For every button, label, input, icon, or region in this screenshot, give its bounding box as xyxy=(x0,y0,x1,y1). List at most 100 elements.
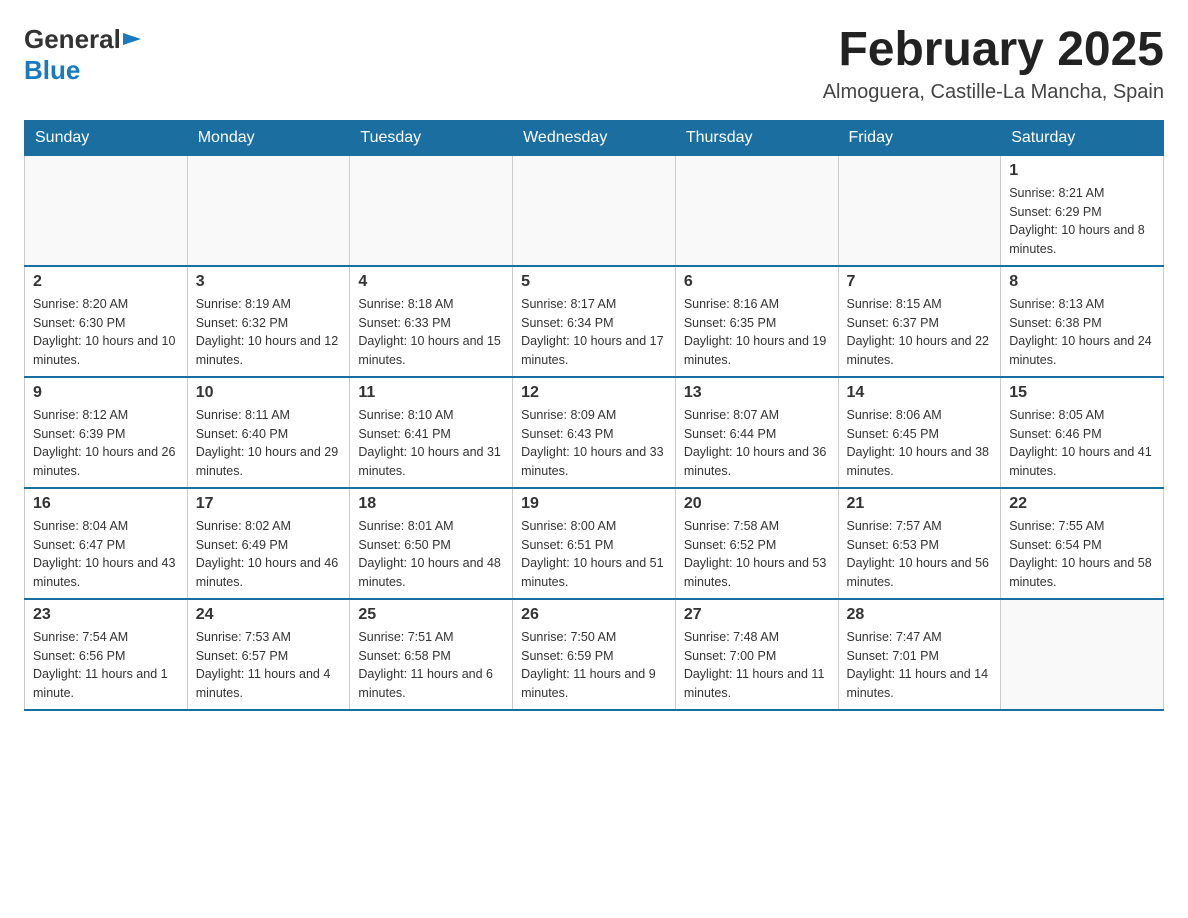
calendar-day-cell: 20 Sunrise: 7:58 AMSunset: 6:52 PMDayligh… xyxy=(675,488,838,599)
day-number: 6 xyxy=(684,273,830,291)
calendar-day-cell: 19 Sunrise: 8:00 AMSunset: 6:51 PMDayligh… xyxy=(513,488,676,599)
calendar-header-cell: Friday xyxy=(838,120,1001,155)
day-info: Sunrise: 7:50 AMSunset: 6:59 PMDaylight:… xyxy=(521,628,667,703)
day-info: Sunrise: 8:12 AMSunset: 6:39 PMDaylight:… xyxy=(33,406,179,481)
day-number: 14 xyxy=(847,384,993,402)
calendar-subtitle: Almoguera, Castille-La Mancha, Spain xyxy=(823,81,1164,104)
calendar-day-cell: 16Sunrise: 8:04 AMSunset: 6:47 PMDayligh… xyxy=(25,488,188,599)
calendar-day-cell: 24 Sunrise: 7:53 AMSunset: 6:57 PMDayligh… xyxy=(187,599,350,710)
day-info: Sunrise: 8:21 AMSunset: 6:29 PMDaylight:… xyxy=(1009,184,1155,259)
day-number: 21 xyxy=(847,495,993,513)
calendar-day-cell: 11 Sunrise: 8:10 AMSunset: 6:41 PMDayligh… xyxy=(350,377,513,488)
calendar-day-cell: 12 Sunrise: 8:09 AMSunset: 6:43 PMDayligh… xyxy=(513,377,676,488)
day-number: 19 xyxy=(521,495,667,513)
calendar-day-cell: 28 Sunrise: 7:47 AMSunset: 7:01 PMDayligh… xyxy=(838,599,1001,710)
logo-flag-icon xyxy=(121,31,143,49)
day-info: Sunrise: 8:18 AMSunset: 6:33 PMDaylight:… xyxy=(358,295,504,370)
calendar-day-cell: 3Sunrise: 8:19 AMSunset: 6:32 PMDaylight… xyxy=(187,266,350,377)
calendar-day-cell: 4 Sunrise: 8:18 AMSunset: 6:33 PMDaylight… xyxy=(350,266,513,377)
calendar-day-cell: 5Sunrise: 8:17 AMSunset: 6:34 PMDaylight… xyxy=(513,266,676,377)
day-number: 7 xyxy=(847,273,993,291)
calendar-day-cell xyxy=(675,155,838,266)
calendar-day-cell xyxy=(838,155,1001,266)
day-number: 16 xyxy=(33,495,179,513)
calendar-day-cell: 27 Sunrise: 7:48 AMSunset: 7:00 PMDayligh… xyxy=(675,599,838,710)
day-number: 10 xyxy=(196,384,342,402)
day-number: 8 xyxy=(1009,273,1155,291)
day-number: 28 xyxy=(847,606,993,624)
title-area: February 2025 Almoguera, Castille-La Man… xyxy=(823,24,1164,104)
day-info: Sunrise: 8:10 AMSunset: 6:41 PMDaylight:… xyxy=(358,406,504,481)
calendar-day-cell xyxy=(513,155,676,266)
calendar-header-cell: Saturday xyxy=(1001,120,1164,155)
day-info: Sunrise: 8:05 AMSunset: 6:46 PMDaylight:… xyxy=(1009,406,1155,481)
day-number: 18 xyxy=(358,495,504,513)
calendar-day-cell xyxy=(1001,599,1164,710)
day-info: Sunrise: 8:16 AMSunset: 6:35 PMDaylight:… xyxy=(684,295,830,370)
day-info: Sunrise: 7:57 AMSunset: 6:53 PMDaylight:… xyxy=(847,517,993,592)
calendar-day-cell: 6 Sunrise: 8:16 AMSunset: 6:35 PMDaylight… xyxy=(675,266,838,377)
day-info: Sunrise: 8:20 AMSunset: 6:30 PMDaylight:… xyxy=(33,295,179,370)
calendar-week-row: 1 Sunrise: 8:21 AMSunset: 6:29 PMDaylight… xyxy=(25,155,1164,266)
day-info: Sunrise: 8:01 AMSunset: 6:50 PMDaylight:… xyxy=(358,517,504,592)
day-info: Sunrise: 8:17 AMSunset: 6:34 PMDaylight:… xyxy=(521,295,667,370)
day-info: Sunrise: 8:06 AMSunset: 6:45 PMDaylight:… xyxy=(847,406,993,481)
calendar-day-cell: 25Sunrise: 7:51 AMSunset: 6:58 PMDayligh… xyxy=(350,599,513,710)
page-header: General Blue February 2025 Almoguera, Ca… xyxy=(24,24,1164,104)
day-number: 17 xyxy=(196,495,342,513)
calendar-title: February 2025 xyxy=(823,24,1164,77)
calendar-day-cell: 18 Sunrise: 8:01 AMSunset: 6:50 PMDayligh… xyxy=(350,488,513,599)
day-info: Sunrise: 7:55 AMSunset: 6:54 PMDaylight:… xyxy=(1009,517,1155,592)
day-info: Sunrise: 7:47 AMSunset: 7:01 PMDaylight:… xyxy=(847,628,993,703)
calendar-day-cell: 1 Sunrise: 8:21 AMSunset: 6:29 PMDaylight… xyxy=(1001,155,1164,266)
calendar-day-cell: 13Sunrise: 8:07 AMSunset: 6:44 PMDayligh… xyxy=(675,377,838,488)
day-info: Sunrise: 7:58 AMSunset: 6:52 PMDaylight:… xyxy=(684,517,830,592)
day-number: 20 xyxy=(684,495,830,513)
day-info: Sunrise: 7:54 AMSunset: 6:56 PMDaylight:… xyxy=(33,628,179,703)
calendar-day-cell: 26 Sunrise: 7:50 AMSunset: 6:59 PMDayligh… xyxy=(513,599,676,710)
calendar-body: 1 Sunrise: 8:21 AMSunset: 6:29 PMDaylight… xyxy=(25,155,1164,710)
calendar-day-cell: 9 Sunrise: 8:12 AMSunset: 6:39 PMDaylight… xyxy=(25,377,188,488)
logo-general-text: General xyxy=(24,24,121,55)
calendar-table: SundayMondayTuesdayWednesdayThursdayFrid… xyxy=(24,120,1164,711)
day-number: 24 xyxy=(196,606,342,624)
calendar-day-cell: 21 Sunrise: 7:57 AMSunset: 6:53 PMDayligh… xyxy=(838,488,1001,599)
calendar-header-cell: Wednesday xyxy=(513,120,676,155)
day-info: Sunrise: 8:19 AMSunset: 6:32 PMDaylight:… xyxy=(196,295,342,370)
calendar-day-cell xyxy=(25,155,188,266)
day-info: Sunrise: 7:53 AMSunset: 6:57 PMDaylight:… xyxy=(196,628,342,703)
calendar-header-cell: Monday xyxy=(187,120,350,155)
day-number: 13 xyxy=(684,384,830,402)
calendar-header-cell: Thursday xyxy=(675,120,838,155)
day-number: 12 xyxy=(521,384,667,402)
day-info: Sunrise: 8:11 AMSunset: 6:40 PMDaylight:… xyxy=(196,406,342,481)
day-number: 4 xyxy=(358,273,504,291)
calendar-week-row: 16Sunrise: 8:04 AMSunset: 6:47 PMDayligh… xyxy=(25,488,1164,599)
day-info: Sunrise: 8:00 AMSunset: 6:51 PMDaylight:… xyxy=(521,517,667,592)
calendar-day-cell: 22 Sunrise: 7:55 AMSunset: 6:54 PMDayligh… xyxy=(1001,488,1164,599)
day-number: 23 xyxy=(33,606,179,624)
calendar-header-cell: Tuesday xyxy=(350,120,513,155)
logo-blue-text: Blue xyxy=(24,55,80,85)
day-number: 22 xyxy=(1009,495,1155,513)
day-number: 27 xyxy=(684,606,830,624)
calendar-day-cell: 14 Sunrise: 8:06 AMSunset: 6:45 PMDayligh… xyxy=(838,377,1001,488)
day-info: Sunrise: 7:51 AMSunset: 6:58 PMDaylight:… xyxy=(358,628,504,703)
calendar-week-row: 23 Sunrise: 7:54 AMSunset: 6:56 PMDayligh… xyxy=(25,599,1164,710)
calendar-week-row: 9 Sunrise: 8:12 AMSunset: 6:39 PMDaylight… xyxy=(25,377,1164,488)
day-info: Sunrise: 8:15 AMSunset: 6:37 PMDaylight:… xyxy=(847,295,993,370)
calendar-day-cell: 10 Sunrise: 8:11 AMSunset: 6:40 PMDayligh… xyxy=(187,377,350,488)
day-info: Sunrise: 8:09 AMSunset: 6:43 PMDaylight:… xyxy=(521,406,667,481)
day-info: Sunrise: 7:48 AMSunset: 7:00 PMDaylight:… xyxy=(684,628,830,703)
day-number: 1 xyxy=(1009,162,1155,180)
logo: General Blue xyxy=(24,24,143,86)
calendar-day-cell xyxy=(187,155,350,266)
calendar-day-cell: 23 Sunrise: 7:54 AMSunset: 6:56 PMDayligh… xyxy=(25,599,188,710)
day-number: 26 xyxy=(521,606,667,624)
calendar-day-cell: 8 Sunrise: 8:13 AMSunset: 6:38 PMDaylight… xyxy=(1001,266,1164,377)
day-number: 11 xyxy=(358,384,504,402)
day-info: Sunrise: 8:02 AMSunset: 6:49 PMDaylight:… xyxy=(196,517,342,592)
day-number: 9 xyxy=(33,384,179,402)
calendar-header: SundayMondayTuesdayWednesdayThursdayFrid… xyxy=(25,120,1164,155)
day-info: Sunrise: 8:13 AMSunset: 6:38 PMDaylight:… xyxy=(1009,295,1155,370)
